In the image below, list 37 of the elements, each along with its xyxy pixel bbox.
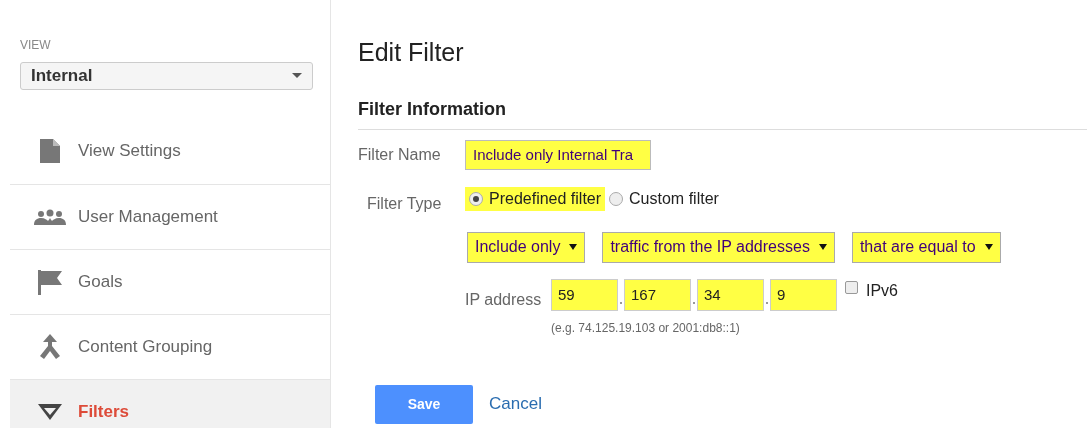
filter-type-label: Filter Type bbox=[366, 193, 443, 214]
filter-type-option[interactable]: Custom filter bbox=[605, 186, 723, 211]
condition-select[interactable]: that are equal to bbox=[851, 231, 1001, 263]
sidebar-item[interactable]: View Settings bbox=[10, 118, 330, 184]
radio-icon bbox=[609, 191, 624, 206]
caret-icon bbox=[984, 244, 993, 250]
condition-select[interactable]: Include only bbox=[467, 231, 586, 263]
merge-icon bbox=[39, 333, 61, 360]
ipv6-checkbox[interactable] bbox=[845, 280, 858, 294]
filter-icon bbox=[38, 403, 62, 420]
view-label: VIEW bbox=[20, 37, 52, 54]
sidebar-item[interactable]: Filters bbox=[10, 378, 330, 428]
sidebar-item[interactable]: User Management bbox=[10, 183, 330, 249]
filter-name-label: Filter Name bbox=[358, 144, 442, 165]
ipv6-label: IPv6 bbox=[866, 280, 898, 301]
caret-icon bbox=[292, 73, 302, 79]
ip-address-label: IP address bbox=[465, 289, 543, 310]
ip-octet-field[interactable]: 59 bbox=[551, 278, 618, 311]
sidebar-item[interactable]: Goals bbox=[10, 248, 330, 314]
page-title: Edit Filter bbox=[358, 37, 465, 68]
view-dropdown[interactable]: Internal bbox=[20, 62, 313, 90]
radio-icon bbox=[469, 191, 483, 206]
filter-type-option[interactable]: Predefined filter bbox=[465, 186, 606, 211]
ip-octet-field[interactable]: 34 bbox=[697, 278, 764, 311]
ip-octet-field[interactable]: 167 bbox=[624, 278, 691, 311]
caret-icon bbox=[818, 244, 827, 250]
section-title: Filter Information bbox=[358, 95, 1087, 130]
ip-address-hint: (e.g. 74.125.19.103 or 2001:db8::1) bbox=[551, 319, 741, 337]
cancel-link[interactable]: Cancel bbox=[489, 391, 542, 417]
people-icon bbox=[34, 208, 66, 225]
sidebar-item[interactable]: Content Grouping bbox=[10, 313, 330, 379]
flag-icon bbox=[37, 268, 63, 295]
filter-name-field[interactable]: Include only Internal Tra bbox=[465, 139, 651, 170]
condition-select[interactable]: traffic from the IP addresses bbox=[602, 231, 835, 263]
document-icon bbox=[40, 139, 60, 163]
caret-icon bbox=[569, 244, 578, 250]
ip-octet-field[interactable]: 9 bbox=[770, 278, 837, 311]
